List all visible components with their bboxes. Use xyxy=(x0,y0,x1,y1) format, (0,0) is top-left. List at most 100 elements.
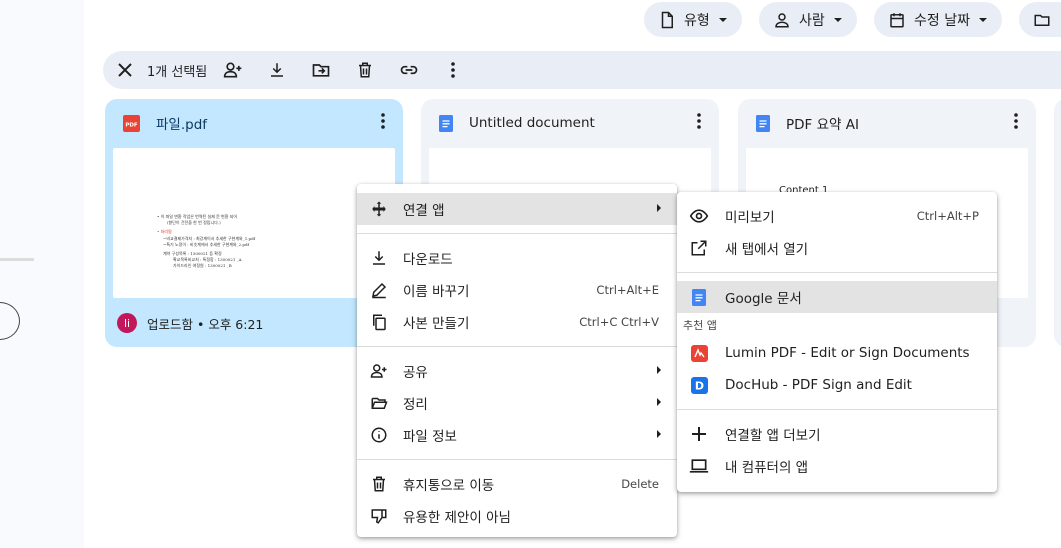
modified-filter-chip[interactable]: 수정 날짜 xyxy=(874,2,1002,37)
link-icon xyxy=(401,65,418,75)
file-card[interactable] xyxy=(1054,99,1061,347)
menu-divider xyxy=(677,409,997,410)
shortcut-hint: Ctrl+Alt+P xyxy=(916,209,979,223)
left-nav-panel xyxy=(0,0,84,548)
menu-item-label: 정리 xyxy=(403,397,428,413)
edit-icon xyxy=(372,282,387,299)
dochub-icon: D xyxy=(690,376,708,394)
calendar-icon xyxy=(890,12,904,27)
menu-item-copy[interactable]: 사본 만들기 Ctrl+C Ctrl+V xyxy=(357,306,677,338)
menu-item-label: DocHub - PDF Sign and Edit xyxy=(725,377,912,393)
file-name: 파일.pdf xyxy=(156,117,208,133)
download-icon xyxy=(373,251,385,265)
submenu-item-new-tab[interactable]: 새 탭에서 열기 xyxy=(677,232,997,264)
submenu-item-more-apps[interactable]: 연결할 앱 더보기 xyxy=(677,418,997,450)
menu-item-label: Google 문서 xyxy=(725,291,802,307)
folder-icon xyxy=(1034,14,1050,26)
submenu-item-computer-apps[interactable]: 내 컴퓨터의 앱 xyxy=(677,450,997,482)
folder-open-icon xyxy=(371,397,388,409)
chevron-down-icon xyxy=(978,17,987,22)
menu-item-open-with[interactable]: 연결 앱 xyxy=(357,193,677,225)
docs-icon xyxy=(756,114,770,132)
more-vert-icon[interactable] xyxy=(697,113,701,129)
type-filter-chip[interactable]: 유형 xyxy=(644,2,742,37)
file-thumbnail: • 이 파일 변환 작업은 번역된 실제 문 변환 되어 (향단이 건전을 한 … xyxy=(113,148,395,298)
suggested-apps-label: 추천 앱 xyxy=(683,319,717,332)
plus-icon xyxy=(692,427,706,441)
add-person-icon xyxy=(370,364,387,378)
menu-item-label: 미리보기 xyxy=(725,210,775,226)
folder-filter-chip[interactable] xyxy=(1019,2,1061,37)
copy-icon xyxy=(373,314,386,331)
menu-item-trash[interactable]: 휴지통으로 이동 Delete xyxy=(357,468,677,500)
thumb-down-icon xyxy=(371,509,387,524)
menu-item-not-helpful[interactable]: 유용한 제안이 아님 xyxy=(357,500,677,532)
shortcut-hint: Ctrl+C Ctrl+V xyxy=(579,315,659,329)
menu-item-label: 유용한 제안이 아님 xyxy=(403,510,511,526)
more-vert-icon[interactable] xyxy=(1014,113,1018,129)
people-filter-chip[interactable]: 사람 xyxy=(759,2,857,37)
trash-icon xyxy=(359,62,372,78)
copy-link-button[interactable] xyxy=(387,51,431,89)
selection-toolbar: 1개 선택됨 xyxy=(103,51,1061,89)
people-filter-label: 사람 xyxy=(799,12,825,29)
pdf-icon: PDF xyxy=(123,114,140,132)
nav-circle-button[interactable] xyxy=(0,302,20,340)
nav-divider xyxy=(0,258,34,261)
menu-item-label: 이름 바꾸기 xyxy=(403,284,470,300)
submenu-arrow-icon xyxy=(657,366,661,374)
submenu-arrow-icon xyxy=(657,398,661,406)
menu-item-share[interactable]: 공유 xyxy=(357,355,677,387)
lumin-pdf-icon xyxy=(690,344,708,362)
chevron-down-icon xyxy=(833,17,842,22)
menu-item-label: 연결할 앱 더보기 xyxy=(725,428,821,444)
open-with-icon xyxy=(372,201,386,217)
open-with-submenu: 미리보기 Ctrl+Alt+P 새 탭에서 열기 Google 문서 추천 앱 … xyxy=(677,192,997,492)
submenu-item-dochub[interactable]: D DocHub - PDF Sign and Edit xyxy=(677,369,997,401)
menu-item-organize[interactable]: 정리 xyxy=(357,387,677,419)
file-name: Untitled document xyxy=(469,115,595,131)
eye-icon xyxy=(689,209,709,223)
menu-item-label: 공유 xyxy=(403,365,428,381)
submenu-arrow-icon xyxy=(657,204,661,212)
file-name: PDF 요약 AI xyxy=(786,117,859,133)
open-in-new-icon xyxy=(691,240,707,256)
menu-item-label: 다운로드 xyxy=(403,252,453,268)
move-button[interactable] xyxy=(299,51,343,89)
menu-item-label: 새 탭에서 열기 xyxy=(725,242,809,258)
type-filter-label: 유형 xyxy=(684,12,710,29)
clear-selection-button[interactable] xyxy=(103,51,147,89)
menu-item-download[interactable]: 다운로드 xyxy=(357,242,677,274)
submenu-item-preview[interactable]: 미리보기 Ctrl+Alt+P xyxy=(677,200,997,232)
preview-line: 가이드라인 여정원 : 1300021 _B xyxy=(173,263,232,269)
preview-line: (향단이 건전을 한 번 정립니다.) xyxy=(167,220,221,226)
menu-item-file-info[interactable]: 파일 정보 xyxy=(357,419,677,451)
chevron-down-icon xyxy=(718,17,727,22)
docs-icon xyxy=(439,114,453,132)
menu-item-label: 휴지통으로 이동 xyxy=(403,478,495,494)
svg-text:D: D xyxy=(694,379,703,392)
menu-item-rename[interactable]: 이름 바꾸기 Ctrl+Alt+E xyxy=(357,274,677,306)
share-button[interactable] xyxy=(211,51,255,89)
menu-divider xyxy=(677,272,997,273)
shortcut-hint: Delete xyxy=(621,477,659,491)
menu-item-label: 파일 정보 xyxy=(403,429,457,445)
info-icon xyxy=(371,427,387,443)
more-vert-icon xyxy=(451,62,456,78)
context-menu: 연결 앱 다운로드 이름 바꾸기 Ctrl+Alt+E 사본 만들기 Ctrl+… xyxy=(357,184,677,537)
laptop-icon xyxy=(689,459,709,473)
more-vert-icon[interactable] xyxy=(381,113,385,129)
download-button[interactable] xyxy=(255,51,299,89)
menu-divider xyxy=(357,233,677,234)
more-actions-button[interactable] xyxy=(431,51,475,89)
add-person-icon xyxy=(224,62,242,78)
submenu-item-google-docs[interactable]: Google 문서 xyxy=(677,281,997,313)
preview-line: ~비교결제가격처 : 최강계이서 추세한 구현계와_1.pdf xyxy=(163,235,256,241)
menu-item-label: 내 컴퓨터의 앱 xyxy=(725,460,809,476)
menu-divider xyxy=(357,459,677,460)
avatar: li xyxy=(117,313,137,333)
menu-item-label: Lumin PDF - Edit or Sign Documents xyxy=(725,345,970,361)
delete-button[interactable] xyxy=(343,51,387,89)
submenu-item-lumin[interactable]: Lumin PDF - Edit or Sign Documents xyxy=(677,337,997,369)
svg-text:PDF: PDF xyxy=(125,122,138,128)
